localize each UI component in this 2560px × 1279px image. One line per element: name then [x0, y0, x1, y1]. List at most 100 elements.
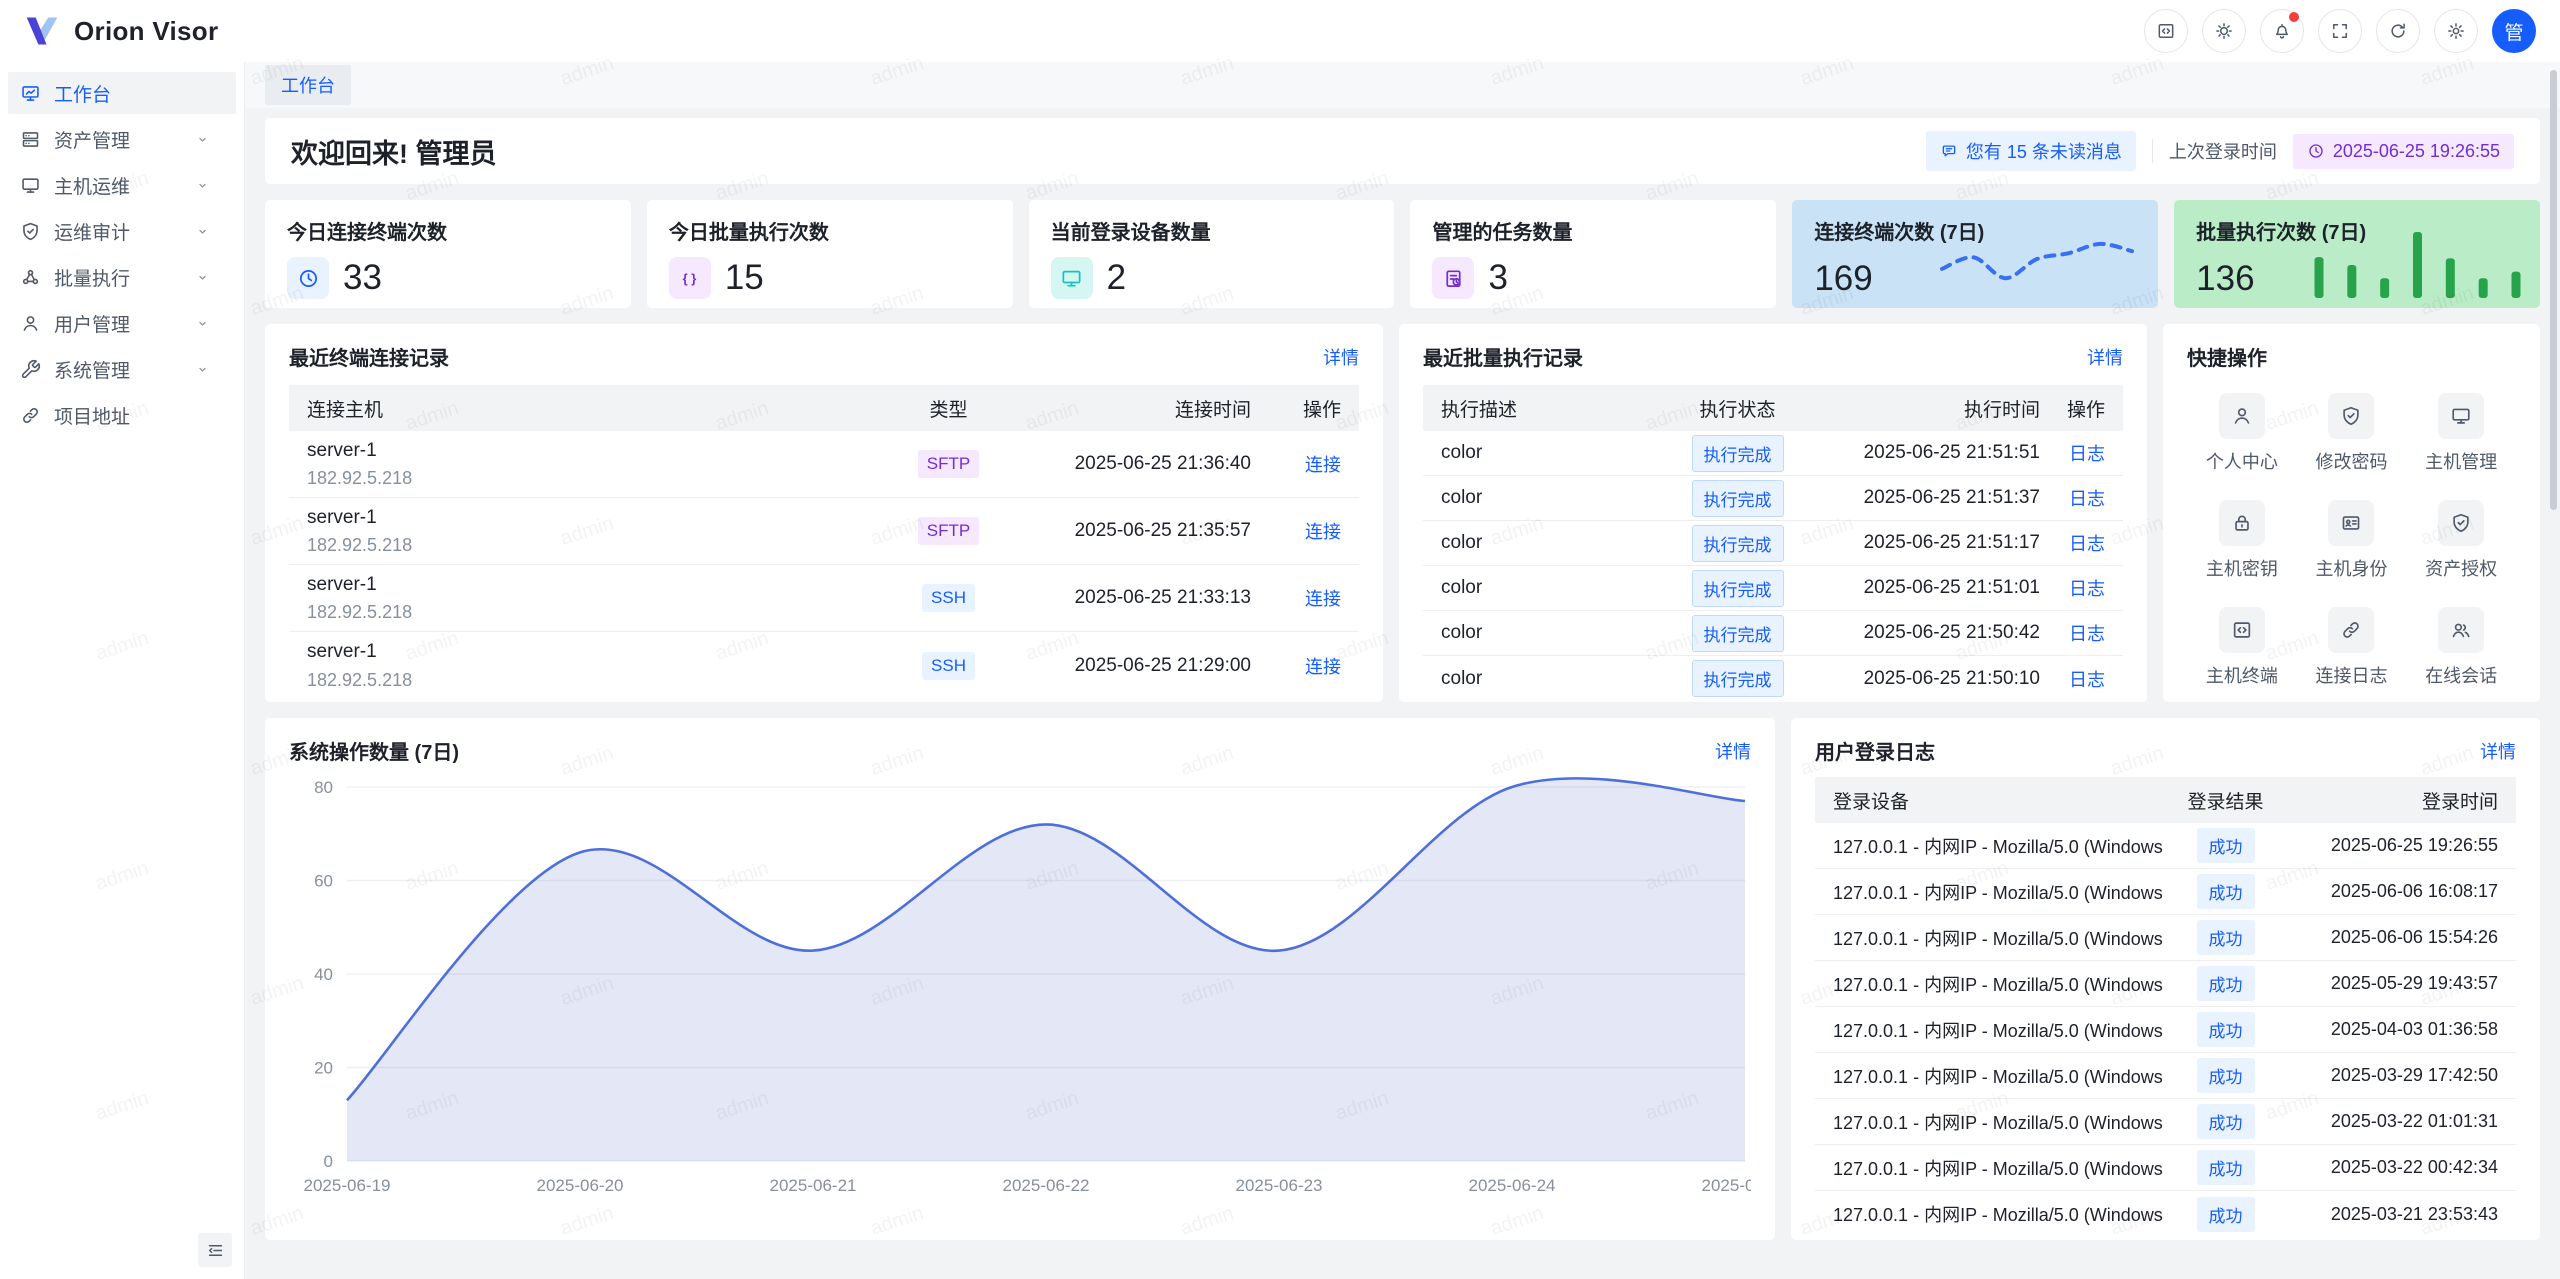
panel-title: 最近批量执行记录	[1423, 342, 1583, 371]
link-icon	[20, 405, 41, 426]
api-docs-button[interactable]	[2144, 9, 2188, 53]
sidebar-item-工作台[interactable]: 工作台	[8, 72, 236, 114]
quick-action-label: 在线会话	[2425, 662, 2497, 688]
svg-text:0: 0	[324, 1152, 333, 1171]
log-link[interactable]: 日志	[2069, 534, 2105, 554]
quick-action-资产授权[interactable]: 资产授权	[2406, 500, 2516, 581]
sidebar-item-系统管理[interactable]: 系统管理	[8, 348, 236, 390]
chevron-down-icon	[194, 223, 211, 240]
table-row: 127.0.0.1 - 内网IP - Mozilla/5.0 (Windows …	[1815, 1191, 2516, 1237]
device-cell: 127.0.0.1 - 内网IP - Mozilla/5.0 (Windows …	[1833, 1155, 2168, 1181]
settings-button[interactable]	[2434, 9, 2478, 53]
fullscreen-button[interactable]	[2318, 9, 2362, 53]
breadcrumb: 工作台	[245, 62, 2560, 108]
type-cell: SSH	[891, 652, 1006, 680]
notifications-button[interactable]	[2260, 9, 2304, 53]
refresh-button[interactable]	[2376, 9, 2420, 53]
success-tag: 成功	[2197, 1012, 2255, 1047]
shield-icon	[2328, 393, 2374, 439]
quick-action-个人中心[interactable]: 个人中心	[2187, 393, 2297, 474]
quick-action-主机终端[interactable]: 主机终端	[2187, 607, 2297, 688]
theme-toggle-button[interactable]	[2202, 9, 2246, 53]
panel-title: 快捷操作	[2187, 342, 2267, 371]
sun-icon	[2214, 21, 2234, 41]
breadcrumb-item-workbench[interactable]: 工作台	[265, 65, 351, 105]
log-link[interactable]: 日志	[2069, 489, 2105, 509]
unread-messages-badge[interactable]: 您有 15 条未读消息	[1926, 131, 2136, 171]
time-cell: 2025-06-25 21:50:10	[1805, 668, 2040, 690]
sidebar-item-资产管理[interactable]: 资产管理	[8, 118, 236, 160]
log-link[interactable]: 日志	[2069, 624, 2105, 644]
login-detail-link[interactable]: 详情	[2480, 738, 2516, 764]
sidebar-item-批量执行[interactable]: 批量执行	[8, 256, 236, 298]
sidebar-item-项目地址[interactable]: 项目地址	[8, 394, 236, 436]
time-cell: 2025-06-25 21:51:17	[1805, 532, 2040, 554]
desc-cell: color	[1441, 577, 1670, 599]
refresh-icon	[2388, 21, 2408, 41]
table-row: 127.0.0.1 - 内网IP - Mozilla/5.0 (Windows …	[1815, 1099, 2516, 1145]
exec-detail-link[interactable]: 详情	[2087, 344, 2123, 370]
status-cell: 执行完成	[1670, 615, 1805, 652]
log-link[interactable]: 日志	[2069, 670, 2105, 690]
action-cell: 连接	[1251, 653, 1341, 679]
log-link[interactable]: 日志	[2069, 444, 2105, 464]
header-cell: 操作	[1251, 395, 1341, 422]
host-cell: server-1182.92.5.218	[307, 639, 891, 692]
success-tag: 成功	[2197, 920, 2255, 955]
host-cell: server-1182.92.5.218	[307, 438, 891, 491]
connect-link[interactable]: 连接	[1305, 657, 1341, 677]
time-cell: 2025-06-25 21:29:00	[1006, 655, 1251, 677]
stat-value: 15	[725, 258, 764, 298]
quick-action-修改密码[interactable]: 修改密码	[2297, 393, 2407, 474]
shield-icon	[20, 221, 41, 242]
quick-action-主机管理[interactable]: 主机管理	[2406, 393, 2516, 474]
time-cell: 2025-03-22 00:42:34	[2283, 1157, 2498, 1178]
user-avatar[interactable]: 管	[2492, 9, 2536, 53]
status-cell: 执行完成	[1670, 570, 1805, 607]
success-tag: 成功	[2197, 966, 2255, 1001]
braces-icon: { }	[669, 257, 711, 299]
sparkline-chart	[1932, 226, 2142, 292]
time-cell: 2025-06-06 16:08:17	[2283, 881, 2498, 902]
host-ip: 182.92.5.218	[307, 466, 891, 490]
terminal-detail-link[interactable]: 详情	[1323, 344, 1359, 370]
task-icon	[1432, 257, 1474, 299]
gear-icon	[2446, 21, 2466, 41]
quick-action-主机身份[interactable]: 主机身份	[2297, 500, 2407, 581]
sidebar-item-主机运维[interactable]: 主机运维	[8, 164, 236, 206]
time-cell: 2025-06-06 15:54:26	[2283, 927, 2498, 948]
terminal-table-header: 连接主机类型连接时间操作	[289, 385, 1359, 431]
lock-icon	[2219, 500, 2265, 546]
stat-card-今日连接终端次数: 今日连接终端次数33	[265, 200, 631, 308]
svg-text:40: 40	[314, 965, 333, 984]
log-link[interactable]: 日志	[2069, 579, 2105, 599]
quick-action-label: 修改密码	[2315, 448, 2387, 474]
result-cell: 成功	[2168, 874, 2283, 909]
sidebar-item-运维审计[interactable]: 运维审计	[8, 210, 236, 252]
time-cell: 2025-06-25 21:51:37	[1805, 487, 2040, 509]
connect-link[interactable]: 连接	[1305, 522, 1341, 542]
shield-icon	[2438, 500, 2484, 546]
desc-cell: color	[1441, 442, 1670, 464]
stat-card-今日批量执行次数: 今日批量执行次数{ }15	[647, 200, 1013, 308]
time-cell: 2025-06-25 21:36:40	[1006, 453, 1251, 475]
panel-title: 最近终端连接记录	[289, 342, 449, 371]
brand: Orion Visor	[24, 14, 218, 48]
quick-action-连接日志[interactable]: 连接日志	[2297, 607, 2407, 688]
connect-link[interactable]: 连接	[1305, 455, 1341, 475]
stat-value: 3	[1488, 258, 1507, 298]
quick-action-主机密钥[interactable]: 主机密钥	[2187, 500, 2297, 581]
welcome-card: 欢迎回来! 管理员 您有 15 条未读消息 上次登录时间 2025-06-25 …	[265, 118, 2540, 184]
sidebar-collapse-button[interactable]	[198, 1233, 232, 1267]
sidebar-item-用户管理[interactable]: 用户管理	[8, 302, 236, 344]
sidebar-item-label: 主机运维	[54, 172, 130, 199]
sidebar: 工作台资产管理主机运维运维审计批量执行用户管理系统管理项目地址	[0, 62, 245, 1279]
connect-link[interactable]: 连接	[1305, 589, 1341, 609]
sidebar-item-label: 批量执行	[54, 264, 130, 291]
host-ip: 182.92.5.218	[307, 600, 891, 624]
quick-action-在线会话[interactable]: 在线会话	[2406, 607, 2516, 688]
stat-value: 33	[343, 258, 382, 298]
device-cell: 127.0.0.1 - 内网IP - Mozilla/5.0 (Windows …	[1833, 833, 2168, 859]
chart-detail-link[interactable]: 详情	[1715, 738, 1751, 764]
scrollbar-thumb[interactable]	[2550, 70, 2557, 510]
